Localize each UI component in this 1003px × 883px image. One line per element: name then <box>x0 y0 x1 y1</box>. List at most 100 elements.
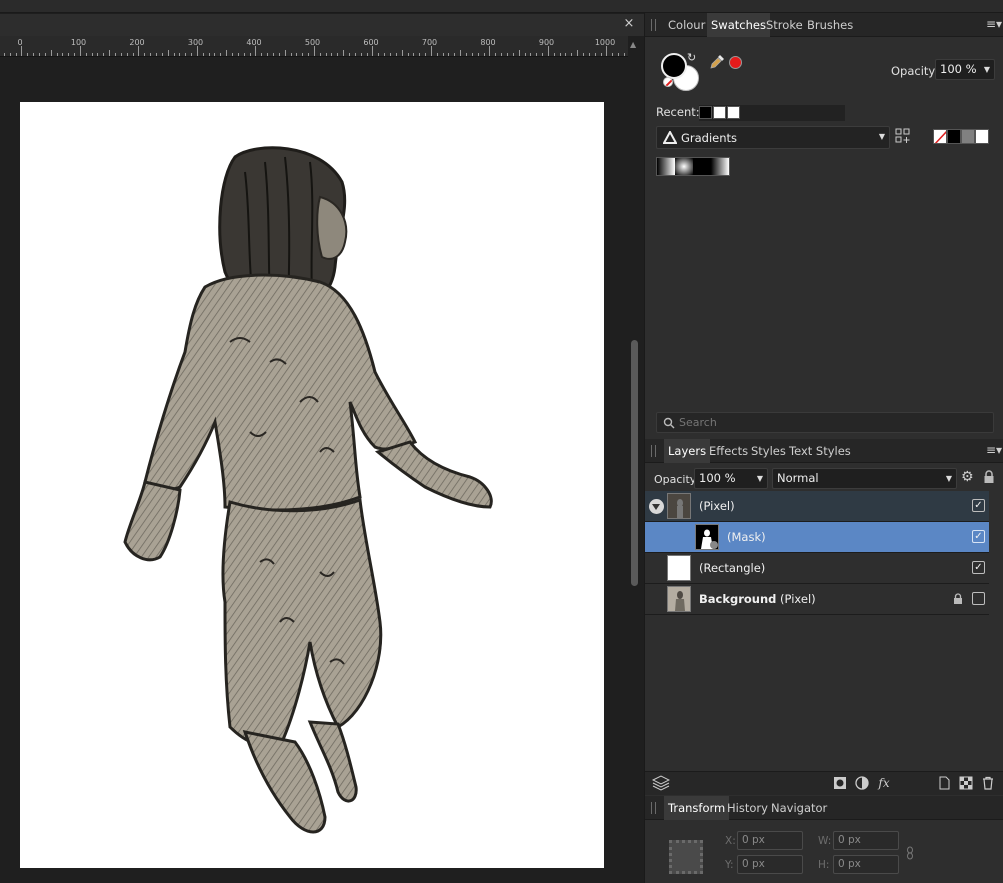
ruler-tick <box>296 53 298 56</box>
ruler-tick <box>109 50 111 56</box>
none-swatch[interactable] <box>933 129 947 144</box>
ruler-tick <box>542 53 544 56</box>
tab-navigator[interactable]: Navigator <box>767 796 831 820</box>
tab-text-styles[interactable]: Text Styles <box>785 439 855 463</box>
vertical-scrollbar-thumb[interactable] <box>631 340 638 586</box>
visibility-checkbox[interactable]: ✓ <box>972 499 985 512</box>
search-icon <box>663 417 675 429</box>
layer-row-mask[interactable]: (Mask) ✓ <box>645 522 989 553</box>
horizontal-ruler[interactable]: 0 100 200 300 400 500 600 700 800 900 1000 <box>0 36 628 57</box>
new-layer-icon[interactable] <box>937 776 951 790</box>
layer-row-background[interactable]: Background (Pixel) <box>645 584 989 615</box>
y-field[interactable]: 0 px <box>737 855 803 874</box>
layer-row-rectangle[interactable]: (Rectangle) ✓ <box>645 553 989 584</box>
fx-icon[interactable]: fx <box>877 776 891 790</box>
gear-icon[interactable]: ⚙ <box>961 470 975 484</box>
layers-stack-icon[interactable] <box>652 775 670 791</box>
panel-grip-icon[interactable] <box>651 19 656 31</box>
document-canvas[interactable] <box>20 102 604 868</box>
tab-layers[interactable]: Layers <box>664 439 711 463</box>
y-label: Y: <box>725 859 734 871</box>
layer-name: Background (Pixel) <box>699 592 816 606</box>
h-field[interactable]: 0 px <box>833 855 899 874</box>
ruler-tick <box>571 53 573 56</box>
tab-history[interactable]: History <box>723 796 772 820</box>
ruler-tick <box>150 53 152 56</box>
checker-icon[interactable] <box>959 776 973 790</box>
visibility-checkbox[interactable]: ✓ <box>972 530 985 543</box>
ruler-tick <box>68 53 70 56</box>
layer-row-pixel[interactable]: (Pixel) ✓ <box>645 491 989 522</box>
ruler-tick <box>179 53 181 56</box>
black-swatch[interactable] <box>947 129 961 144</box>
stroke-colour-well[interactable] <box>661 53 687 79</box>
swap-colours-icon[interactable]: ↻ <box>687 51 696 64</box>
ruler-tick <box>477 53 479 56</box>
collapse-toggle-icon[interactable] <box>649 499 664 514</box>
visibility-checkbox[interactable] <box>972 592 985 605</box>
ruler-tick <box>401 50 403 56</box>
colour-wells[interactable]: ↻ <box>661 51 705 93</box>
white-swatch[interactable] <box>975 129 989 144</box>
adjustment-icon[interactable] <box>855 776 869 790</box>
ruler-tick <box>372 46 374 56</box>
blend-mode-dropdown[interactable]: Normal ▼ <box>772 468 957 489</box>
tab-effects[interactable]: Effects <box>705 439 752 463</box>
visibility-checkbox[interactable]: ✓ <box>972 561 985 574</box>
recent-colours <box>699 105 845 121</box>
panel-grip-icon[interactable] <box>651 802 656 814</box>
mask-thumbnail <box>695 524 719 550</box>
panel-menu-icon[interactable]: ≡▾ <box>986 18 1002 30</box>
ruler-tick <box>302 53 304 56</box>
ruler-tick <box>448 53 450 56</box>
tab-stroke[interactable]: Stroke <box>762 13 807 37</box>
lock-icon[interactable] <box>983 470 995 484</box>
mask-icon[interactable] <box>833 776 847 790</box>
link-aspect-icon[interactable] <box>906 846 914 860</box>
tab-brushes[interactable]: Brushes <box>803 13 857 37</box>
ruler-tick <box>132 53 134 56</box>
recent-swatch[interactable] <box>727 106 740 119</box>
panel-menu-icon[interactable]: ≡▾ <box>986 444 1002 456</box>
ruler-tick <box>3 53 5 56</box>
x-field[interactable]: 0 px <box>737 831 803 850</box>
layer-opacity-dropdown[interactable]: 100 % ▼ <box>694 468 768 489</box>
opacity-dropdown[interactable]: 100 % ▼ <box>935 59 995 80</box>
search-input[interactable] <box>679 414 979 431</box>
picked-colour-swatch[interactable] <box>729 56 742 69</box>
anchor-point-selector[interactable] <box>669 840 703 874</box>
gradient-swatch[interactable] <box>711 158 729 175</box>
recent-swatch[interactable] <box>699 106 712 119</box>
trash-icon[interactable] <box>981 776 995 790</box>
tab-styles[interactable]: Styles <box>747 439 790 463</box>
layer-lock-icon[interactable] <box>953 593 963 605</box>
ruler-tick <box>220 53 222 56</box>
ruler-tick <box>50 50 52 56</box>
ruler-tick <box>454 53 456 56</box>
ruler-tick <box>155 53 157 56</box>
ruler-tick <box>226 50 228 56</box>
eyedropper-icon[interactable] <box>709 54 725 70</box>
no-colour-icon[interactable] <box>663 77 673 87</box>
ruler-tick <box>290 53 292 56</box>
panel-grip-icon[interactable] <box>651 445 656 457</box>
tab-swatches[interactable]: Swatches <box>707 13 770 37</box>
palette-dropdown[interactable]: Gradients ▼ <box>656 126 890 149</box>
layers-tab-bar: Layers Effects Styles Text Styles ≡▾ <box>645 439 1003 463</box>
w-field[interactable]: 0 px <box>833 831 899 850</box>
gradient-swatch[interactable] <box>657 158 675 175</box>
tab-transform[interactable]: Transform <box>664 796 730 820</box>
gradient-swatch[interactable] <box>675 158 693 175</box>
chevron-down-icon: ▼ <box>756 474 763 483</box>
close-document-icon[interactable]: × <box>622 17 636 31</box>
ruler-tick <box>313 46 315 56</box>
opacity-label: Opacity: <box>891 64 939 78</box>
ruler-tick <box>21 46 23 56</box>
ruler-tick <box>389 53 391 56</box>
add-swatch-grid-icon[interactable] <box>895 128 911 144</box>
recent-swatch[interactable] <box>713 106 726 119</box>
scroll-up-arrow-icon[interactable]: ▲ <box>630 40 640 50</box>
tab-colour[interactable]: Colour <box>664 13 709 37</box>
grey-swatch[interactable] <box>961 129 975 144</box>
gradient-swatch[interactable] <box>693 158 711 175</box>
